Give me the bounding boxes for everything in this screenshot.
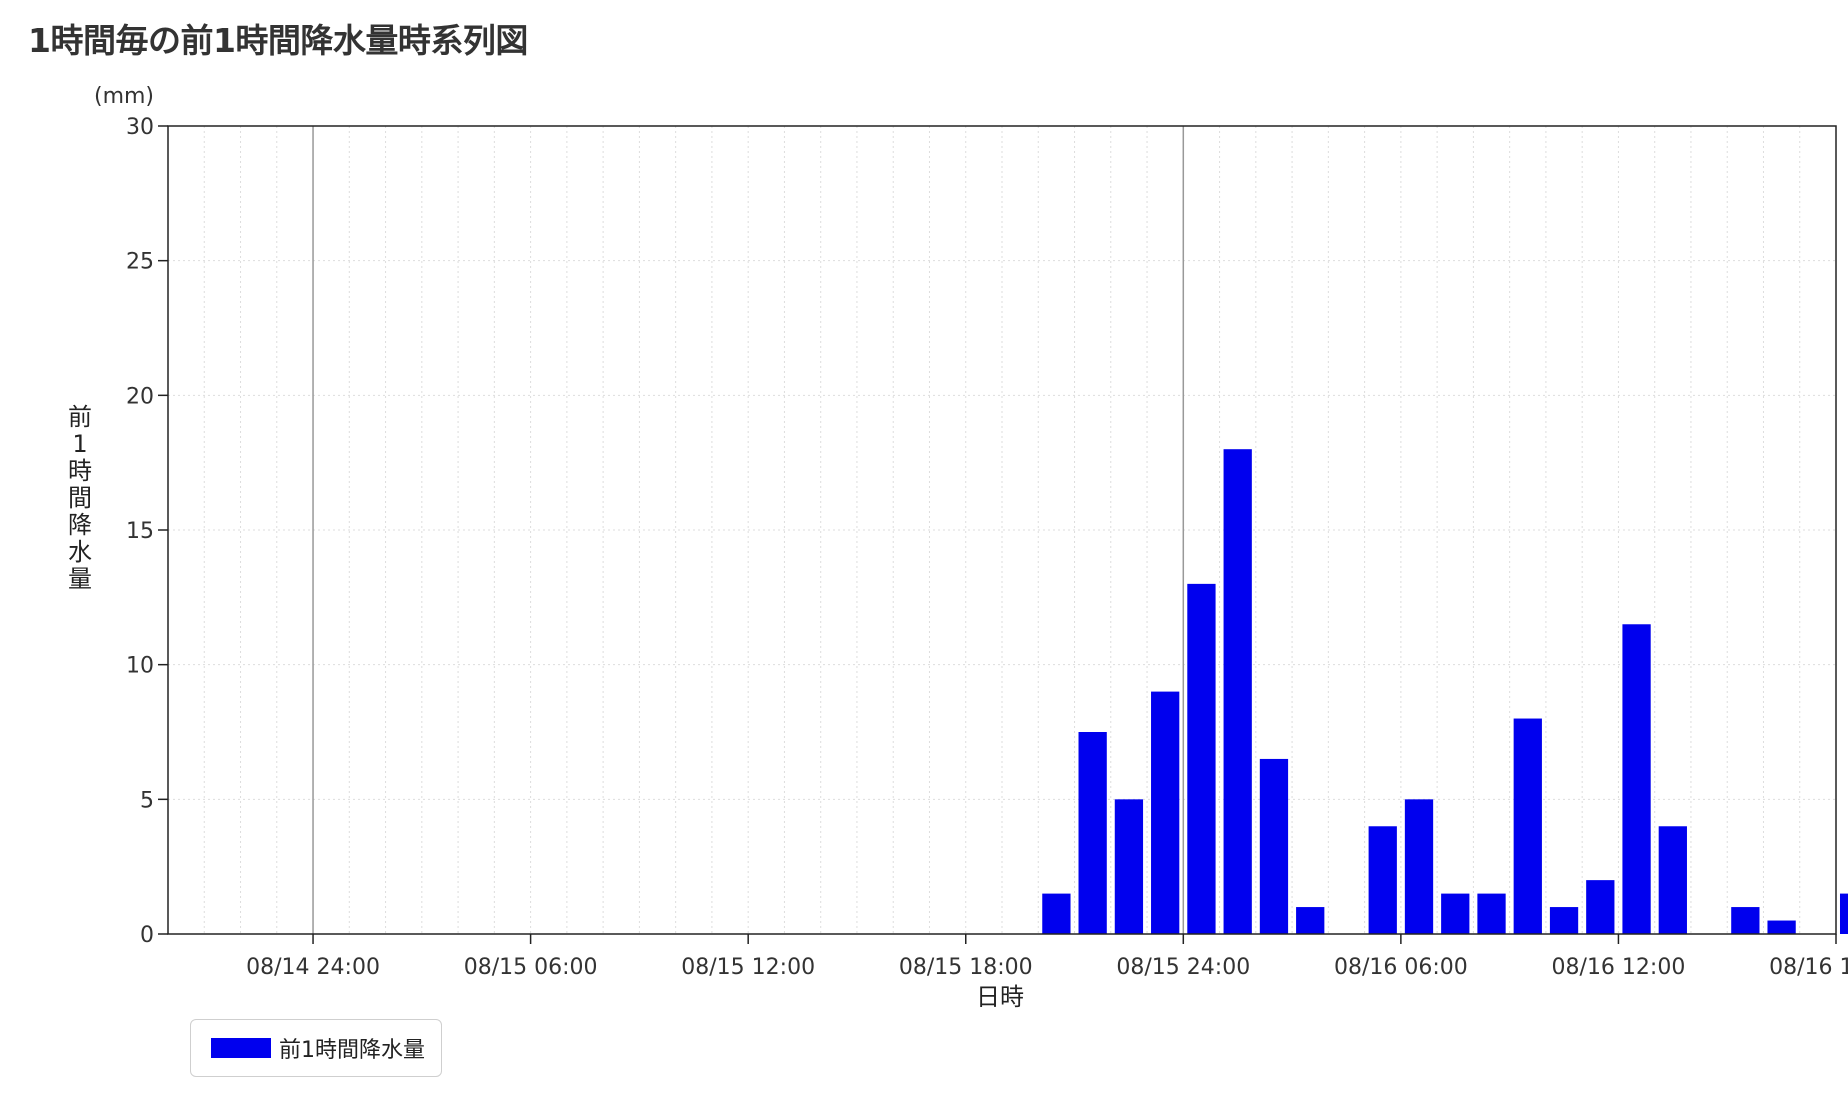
y-tick-label: 20 bbox=[126, 384, 154, 409]
bar bbox=[1114, 799, 1144, 934]
x-axis-title: 日時 bbox=[976, 983, 1024, 1011]
rainfall-bar-chart: 0 5 10 15 20 25 30 08/14 24:00 08/15 06:00 08/15 … bbox=[68, 84, 1848, 1011]
bar bbox=[1839, 893, 1848, 934]
x-tick-label: 08/15 18:00 bbox=[899, 955, 1033, 980]
bar bbox=[1441, 893, 1470, 934]
bar bbox=[1586, 880, 1615, 934]
legend-label: 前1時間降水量 bbox=[279, 1038, 425, 1063]
bar bbox=[1151, 691, 1180, 934]
y-tick-label: 25 bbox=[126, 250, 154, 275]
grid-lines bbox=[168, 125, 1836, 934]
bar bbox=[1549, 907, 1579, 934]
legend-swatch bbox=[211, 1038, 271, 1058]
x-tick-label: 08/16 18:00 bbox=[1769, 955, 1848, 980]
x-tick-label: 08/15 12:00 bbox=[681, 955, 815, 980]
y-tick-label: 30 bbox=[126, 115, 154, 140]
y-tick-label: 10 bbox=[126, 654, 154, 679]
legend: 前1時間降水量 bbox=[190, 1019, 442, 1077]
x-tick-label: 08/14 24:00 bbox=[246, 955, 380, 980]
y-axis-title-text: 前 1 時間降水量 bbox=[68, 403, 92, 593]
bar bbox=[1259, 758, 1289, 934]
bar bbox=[1078, 732, 1107, 934]
bar bbox=[1767, 920, 1796, 934]
x-tick-label: 08/16 12:00 bbox=[1552, 955, 1686, 980]
bar bbox=[1368, 826, 1397, 934]
x-tick-label: 08/15 24:00 bbox=[1116, 955, 1250, 980]
y-axis-unit: (mm) bbox=[94, 84, 154, 109]
bar bbox=[1042, 893, 1071, 934]
x-tick-label: 08/15 06:00 bbox=[464, 955, 598, 980]
bar bbox=[1658, 826, 1687, 934]
bar bbox=[1731, 907, 1760, 934]
y-tick-label: 5 bbox=[140, 788, 154, 813]
x-tick-label: 08/16 06:00 bbox=[1334, 955, 1468, 980]
bar bbox=[1477, 893, 1506, 934]
bar bbox=[1223, 449, 1252, 934]
y-tick-label: 15 bbox=[126, 519, 154, 544]
bar bbox=[1187, 583, 1216, 934]
bar bbox=[1404, 799, 1434, 934]
y-tick-label: 0 bbox=[140, 923, 154, 948]
bar bbox=[1513, 718, 1542, 934]
bar bbox=[1296, 907, 1325, 934]
bar bbox=[1622, 624, 1651, 934]
axes: 0 5 10 15 20 25 30 08/14 24:00 08/15 06:00 08/15 … bbox=[126, 115, 1848, 980]
y-axis-title: 前 1 時間降水量 bbox=[68, 403, 92, 593]
